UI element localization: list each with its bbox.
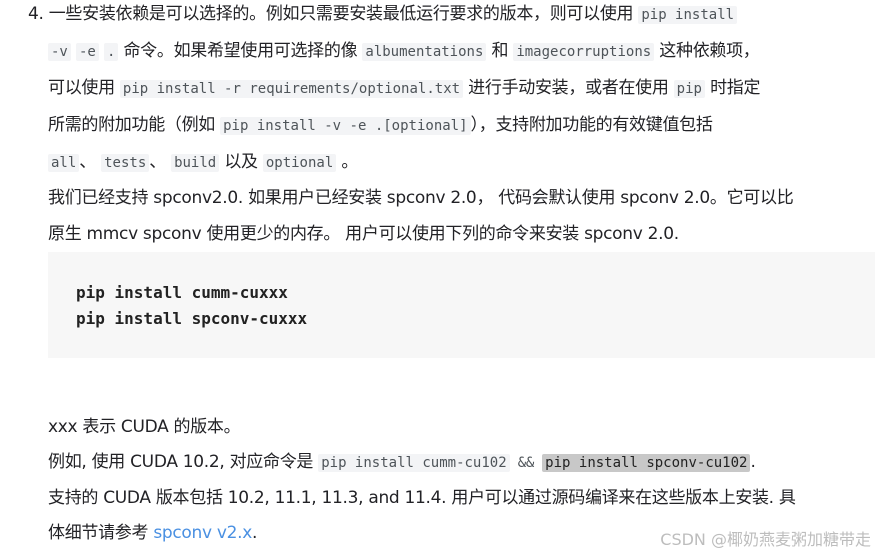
- item4-line-3: 可以使用 pip install -r requirements/optiona…: [48, 78, 761, 98]
- item4-line-1: 4. 一些安装依赖是可以选择的。例如只需要安装最低运行要求的版本，则可以使用 p…: [28, 1, 738, 28]
- inline-code: all: [48, 154, 80, 172]
- inline-code: imagecorruptions: [513, 43, 655, 61]
- cuda-line-4: 体细节请参考 spconv v2.x.: [48, 523, 258, 543]
- cuda-line-2: 例如, 使用 CUDA 10.2, 对应命令是 pip install cumm…: [48, 452, 756, 472]
- code-block-content: pip install cumm-cuxxx pip install spcon…: [76, 283, 308, 328]
- inline-code: pip install -r requirements/optional.txt: [119, 80, 464, 98]
- cutoff-next-line: [48, 553, 838, 559]
- selected-inline-code[interactable]: pip install spconv-cu102: [542, 454, 751, 472]
- inline-code: .: [103, 43, 119, 61]
- inline-code: pip install cumm-cu102: [318, 454, 510, 472]
- inline-code: pip: [673, 80, 705, 98]
- list-number: 4.: [28, 4, 44, 24]
- spconv-paragraph-line-1: 我们已经支持 spconv2.0. 如果用户已经安装 spconv 2.0， 代…: [48, 188, 794, 208]
- inline-code: pip install -v -e .[optional]: [220, 117, 471, 135]
- inline-code: -e: [75, 43, 99, 61]
- inline-code: albumentations: [362, 43, 487, 61]
- item4-line-2: -v -e . 命令。如果希望使用可选择的像 albumentations 和 …: [48, 38, 760, 65]
- code-block[interactable]: pip install cumm-cuxxx pip install spcon…: [48, 252, 875, 358]
- cuda-line-3: 支持的 CUDA 版本包括 10.2, 11.1, 11.3, and 11.4…: [48, 488, 796, 508]
- spconv-link[interactable]: spconv v2.x: [153, 523, 252, 543]
- item4-line-4: 所需的附加功能（例如 pip install -v -e .[optional]…: [48, 115, 713, 135]
- inline-code: build: [171, 154, 220, 172]
- inline-code: pip install: [638, 6, 738, 24]
- inline-code: tests: [101, 154, 150, 172]
- cuda-line-1: xxx 表示 CUDA 的版本。: [48, 417, 241, 437]
- inline-code: -v: [48, 43, 71, 61]
- item4-line-5: all、 tests、 build 以及 optional 。: [48, 149, 358, 176]
- spconv-paragraph-line-2: 原生 mmcv spconv 使用更少的内存。 用户可以使用下列的命令来安装 s…: [48, 224, 679, 244]
- inline-code: optional: [262, 154, 337, 172]
- csdn-watermark: CSDN @椰奶燕麦粥加糖带走: [660, 530, 871, 549]
